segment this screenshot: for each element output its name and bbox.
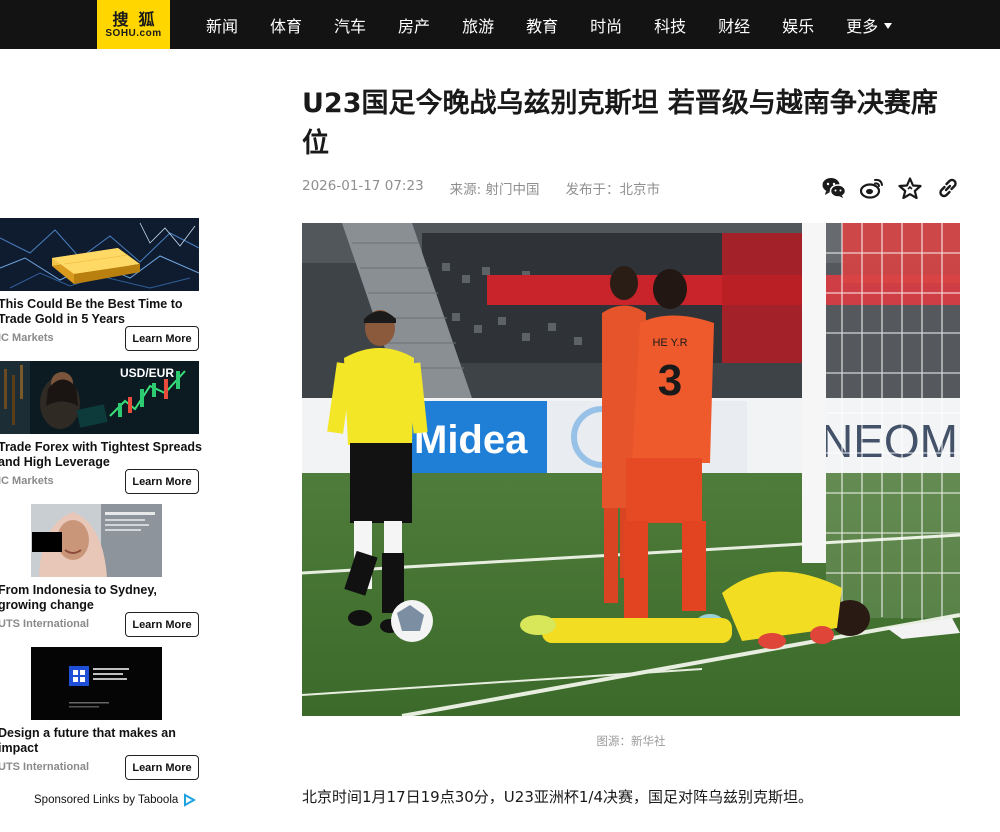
ad-source: IC Markets bbox=[0, 475, 54, 487]
learn-more-button[interactable]: Learn More bbox=[125, 326, 199, 351]
learn-more-button[interactable]: Learn More bbox=[125, 755, 199, 780]
logo-chinese-text: 搜狐 bbox=[112, 9, 165, 29]
jersey-name: HE Y.R bbox=[652, 337, 687, 349]
forex-trader-usd-eur: USD/EUR bbox=[0, 361, 199, 434]
ad-image-student[interactable] bbox=[31, 504, 162, 577]
logo-english-text: SOHU.com bbox=[105, 27, 162, 39]
sohu-logo[interactable]: 搜狐 SOHU.com bbox=[97, 0, 170, 49]
ad-title[interactable]: This Could Be the Best Time to Trade Gol… bbox=[0, 297, 208, 327]
gold-bars-illustration bbox=[0, 218, 199, 291]
nav-item-tech[interactable]: 科技 bbox=[654, 13, 686, 37]
publish-date: 2026-01-17 07:23 bbox=[302, 178, 424, 194]
nav-item-travel[interactable]: 旅游 bbox=[462, 13, 494, 37]
article-title: U23国足今晚战乌兹别克斯坦 若晋级与越南争决赛席位 bbox=[302, 88, 938, 159]
channel-nav: 新闻 体育 汽车 房产 旅游 教育 时尚 科技 财经 娱乐 更多 bbox=[190, 0, 908, 49]
football-match-photo: Midea NEOM HE Y.R 3 bbox=[302, 223, 960, 716]
share-toolbar bbox=[822, 176, 960, 200]
photo-caption: 图源：新华社 bbox=[596, 734, 666, 748]
article-meta: 2026-01-17 07:23 来源: 射门中国 发布于：北京市 bbox=[302, 178, 660, 198]
ad-source: IC Markets bbox=[0, 332, 54, 344]
nav-more-dropdown[interactable]: 更多 bbox=[846, 13, 893, 37]
nav-item-sports[interactable]: 体育 bbox=[270, 13, 302, 37]
nav-item-news[interactable]: 新闻 bbox=[206, 13, 238, 37]
nav-item-auto[interactable]: 汽车 bbox=[334, 13, 366, 37]
jersey-number: 3 bbox=[658, 356, 682, 405]
nav-item-education[interactable]: 教育 bbox=[526, 13, 558, 37]
chevron-down-icon bbox=[884, 22, 893, 29]
share-wechat-button[interactable] bbox=[822, 176, 846, 200]
learn-more-button[interactable]: Learn More bbox=[125, 469, 199, 494]
ad-image-forex[interactable]: USD/EUR bbox=[0, 361, 199, 434]
wechat-icon bbox=[822, 178, 846, 198]
link-icon bbox=[939, 178, 957, 198]
ad-title[interactable]: From Indonesia to Sydney, growing change bbox=[0, 583, 208, 613]
share-weibo-button[interactable] bbox=[860, 176, 884, 200]
ad-source: UTS International bbox=[0, 618, 90, 630]
nav-item-finance[interactable]: 财经 bbox=[718, 13, 750, 37]
nav-more-label: 更多 bbox=[846, 16, 879, 36]
sponsored-label: Sponsored Links by Taboola bbox=[34, 794, 179, 806]
publish-location: 发布于：北京市 bbox=[565, 182, 661, 198]
ad-title[interactable]: Design a future that makes an impact bbox=[0, 726, 208, 756]
ad-image-uts[interactable] bbox=[31, 647, 162, 720]
board-text-1: Midea bbox=[414, 418, 528, 462]
taboola-icon bbox=[184, 793, 197, 807]
top-navigation-bar: 搜狐 SOHU.com 新闻 体育 汽车 房产 旅游 教育 时尚 科技 财经 娱… bbox=[0, 0, 1000, 49]
nav-item-entertainment[interactable]: 娱乐 bbox=[782, 13, 814, 37]
article-lead-paragraph: 北京时间1月17日19点30分，U23亚洲杯1/4决赛，国足对阵乌兹别克斯坦。 bbox=[302, 788, 814, 806]
ad-image-text: USD/EUR bbox=[120, 366, 174, 380]
student-portrait bbox=[31, 504, 162, 577]
uts-logo-dark bbox=[31, 647, 162, 720]
ad-source: UTS International bbox=[0, 761, 90, 773]
ad-image-gold[interactable] bbox=[0, 218, 199, 291]
weibo-icon bbox=[860, 178, 883, 199]
favorite-button[interactable] bbox=[898, 176, 922, 200]
article-photo[interactable]: Midea NEOM HE Y.R 3 bbox=[302, 223, 960, 716]
nav-item-fashion[interactable]: 时尚 bbox=[590, 13, 622, 37]
copy-link-button[interactable] bbox=[936, 176, 960, 200]
star-icon bbox=[898, 177, 922, 199]
learn-more-button[interactable]: Learn More bbox=[125, 612, 199, 637]
sponsored-links[interactable]: Sponsored Links by Taboola bbox=[34, 793, 197, 807]
article-source[interactable]: 来源: 射门中国 bbox=[450, 178, 540, 198]
nav-item-realestate[interactable]: 房产 bbox=[398, 13, 430, 37]
ad-title[interactable]: Trade Forex with Tightest Spreads and Hi… bbox=[0, 440, 208, 470]
